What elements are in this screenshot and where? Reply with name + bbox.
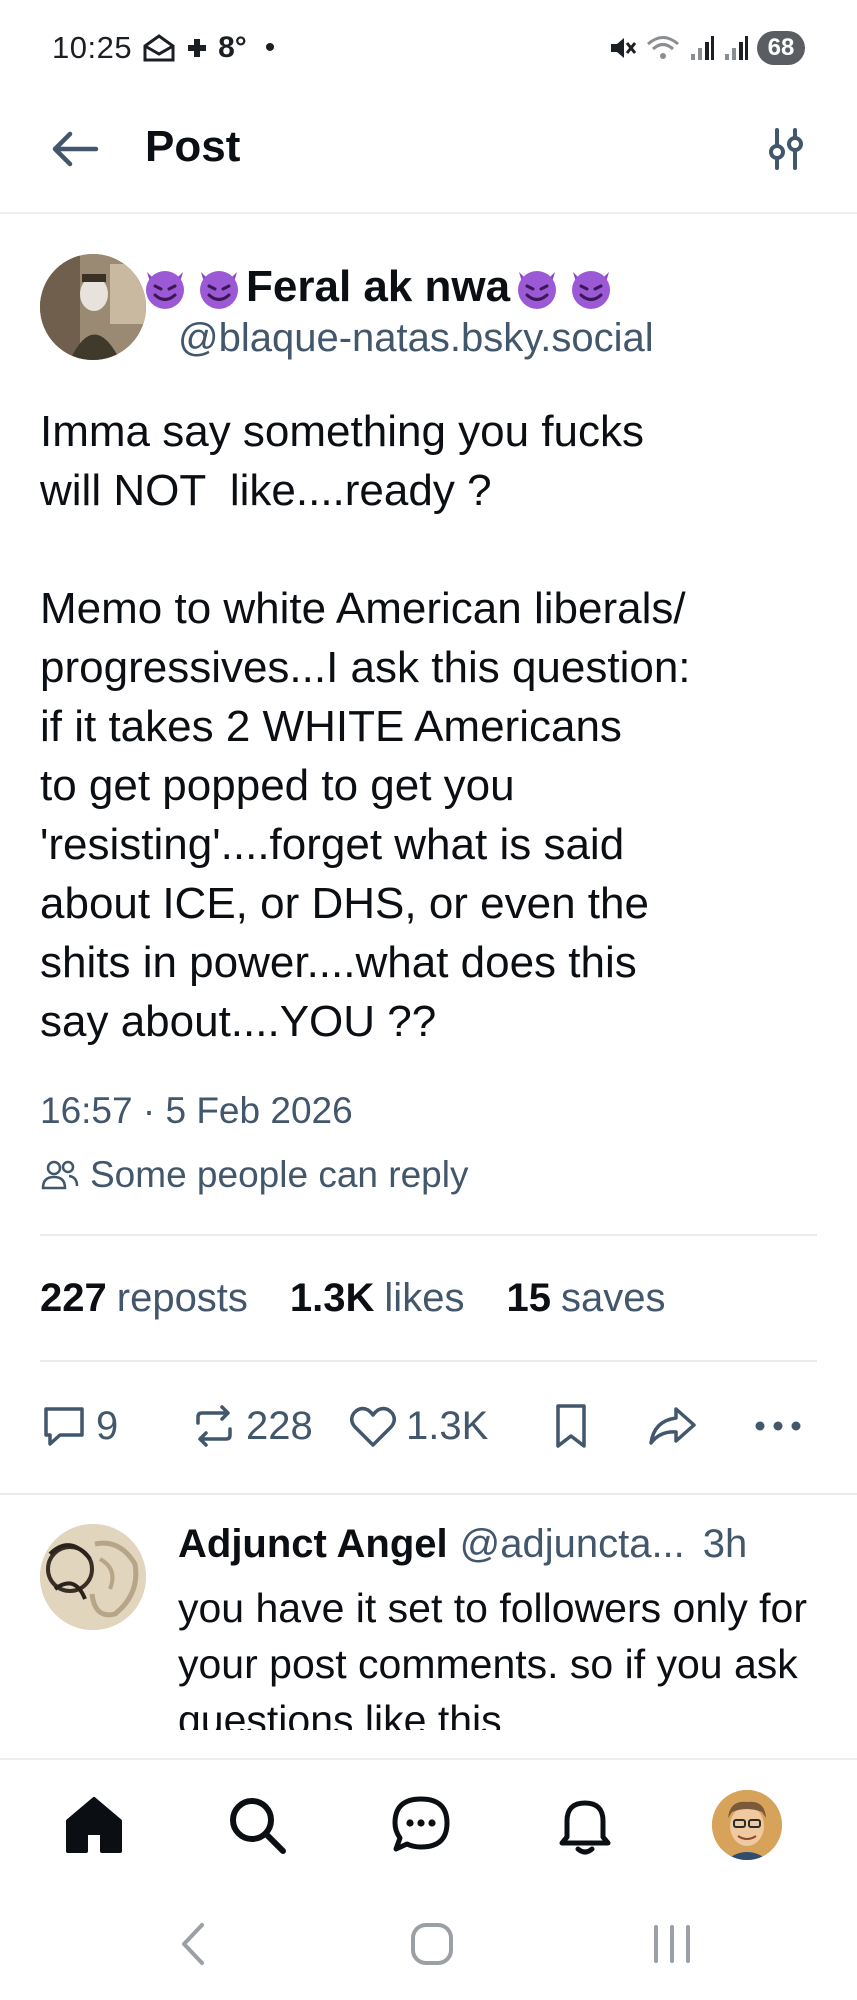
smiling-devil-emoji-icon bbox=[192, 260, 246, 314]
smiling-devil-emoji-icon bbox=[564, 260, 618, 314]
page-title: Post bbox=[145, 122, 241, 171]
status-dot: • bbox=[264, 31, 276, 64]
mute-icon bbox=[607, 33, 637, 63]
back-button[interactable] bbox=[48, 122, 102, 176]
nav-profile-avatar[interactable] bbox=[712, 1790, 782, 1860]
nav-notifications[interactable] bbox=[548, 1788, 622, 1862]
status-bar: 10:25 8° • 68 bbox=[0, 0, 857, 96]
author-avatar[interactable] bbox=[40, 254, 146, 360]
nav-chat[interactable] bbox=[384, 1788, 458, 1862]
system-recents-button[interactable] bbox=[642, 1914, 702, 1974]
system-nav-bar bbox=[0, 1890, 857, 2000]
weather-icon bbox=[186, 37, 208, 59]
reply-author-handle[interactable]: @adjuncta... bbox=[460, 1522, 685, 1566]
status-right: 68 bbox=[607, 31, 805, 65]
author-handle[interactable]: @blaque-natas.bsky.social bbox=[178, 316, 654, 361]
battery-indicator: 68 bbox=[757, 31, 805, 65]
chat-icon bbox=[392, 1796, 450, 1852]
wifi-icon bbox=[645, 33, 681, 63]
reply-header: Adjunct Angel @adjuncta... 3h bbox=[178, 1522, 747, 1567]
status-left: 10:25 8° • bbox=[52, 30, 275, 66]
smiling-devil-emoji-icon bbox=[138, 260, 192, 314]
chevron-left-icon bbox=[182, 1923, 204, 1965]
reply-time: 3h bbox=[702, 1522, 748, 1566]
reply-text: you have it set to followers only for yo… bbox=[178, 1585, 807, 1730]
people-icon bbox=[41, 1160, 79, 1190]
post-timestamp: 16:57 · 5 Feb 2026 bbox=[40, 1090, 353, 1131]
author-display-name[interactable]: Feral ak nwa bbox=[138, 260, 618, 314]
profile-avatar bbox=[712, 1790, 782, 1860]
status-temperature: 8° bbox=[218, 31, 247, 64]
bell-icon bbox=[559, 1800, 611, 1855]
bottom-nav bbox=[0, 1758, 857, 1890]
divider bbox=[40, 1234, 817, 1236]
arrow-left-icon bbox=[52, 131, 99, 167]
thread-settings-button[interactable] bbox=[759, 122, 813, 176]
post-header: Post bbox=[0, 96, 857, 214]
mail-badge-icon bbox=[142, 33, 176, 63]
sliders-icon bbox=[769, 128, 803, 170]
author-name-text: Feral ak nwa bbox=[246, 262, 511, 311]
recents-icon bbox=[654, 1925, 690, 1963]
nav-search[interactable] bbox=[220, 1788, 294, 1862]
signal-icon-2 bbox=[723, 34, 749, 62]
smiling-devil-emoji-icon bbox=[510, 260, 564, 314]
reply-setting-text: Some people can reply bbox=[90, 1154, 469, 1195]
nav-home[interactable] bbox=[57, 1788, 131, 1862]
reply-avatar[interactable] bbox=[40, 1524, 146, 1630]
home-icon bbox=[66, 1797, 122, 1853]
reply-author-name[interactable]: Adjunct Angel bbox=[178, 1522, 448, 1566]
reply-item[interactable]: Adjunct Angel @adjuncta... 3h you have it … bbox=[0, 1250, 857, 1730]
post-text: Imma say something you fucks will NOT li… bbox=[40, 407, 691, 1046]
signal-icon bbox=[689, 34, 715, 62]
system-back-button[interactable] bbox=[164, 1914, 224, 1974]
rounded-square-icon bbox=[411, 1923, 453, 1965]
system-home-button[interactable] bbox=[402, 1914, 462, 1974]
reply-setting[interactable]: Some people can reply bbox=[40, 1154, 468, 1196]
status-time: 10:25 bbox=[52, 30, 133, 65]
search-icon bbox=[230, 1798, 286, 1854]
